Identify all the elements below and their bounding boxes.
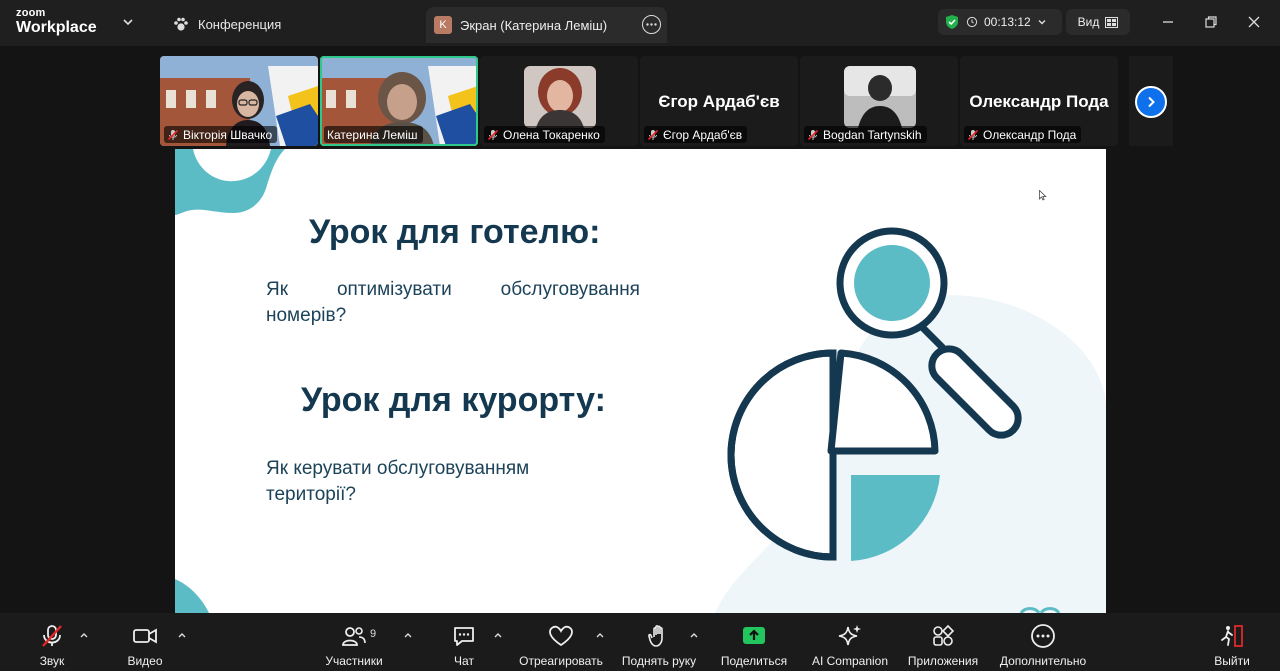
participant-name-label: Олександр Пода [964, 126, 1082, 143]
mic-muted-icon [647, 129, 659, 140]
tab-label: Экран (Катерина Леміш) [460, 17, 608, 33]
chevron-down-icon [1038, 20, 1046, 25]
mic-muted-icon [967, 129, 979, 140]
slide-heading-resort: Урок для курорту: [301, 381, 606, 419]
participant-tile[interactable]: Єгор Ардаб'єв Єгор Ардаб'єв [640, 56, 798, 146]
mic-muted-icon [167, 129, 179, 140]
mic-muted-icon [487, 129, 499, 140]
chat-button[interactable]: Чат [450, 613, 478, 671]
video-camera-icon [133, 628, 157, 644]
participant-tile[interactable]: Олександр Пода Олександр Пода [960, 56, 1118, 146]
chevron-up-icon[interactable] [594, 629, 606, 641]
participants-count: 9 [370, 628, 377, 640]
participants-strip: Вікторія Швачко Катерина Леміш Олена Ток… [0, 46, 1280, 149]
participant-name-label: Вікторія Швачко [164, 126, 278, 143]
share-screen-icon [743, 627, 765, 644]
participant-display-name: Олександр Пода [969, 92, 1109, 111]
participant-tile[interactable]: Олена Токаренко [480, 56, 638, 146]
slide-paragraph-resort: Як керувати обслуговуванням території? [266, 458, 530, 505]
participant-tile[interactable]: Bogdan Tartynskih [800, 56, 958, 146]
participant-name-label: Bogdan Tartynskih [804, 126, 927, 143]
grid-view-icon [1105, 16, 1119, 28]
zoom-meeting-window: zoom Workplace Конференция K Экран (Кате… [0, 0, 1280, 671]
more-button[interactable]: Дополнительно [996, 613, 1090, 671]
participant-display-name: Єгор Ардаб'єв [658, 92, 780, 111]
raise-hand-button[interactable]: Поднять руку [618, 613, 700, 671]
chevron-up-icon[interactable] [688, 629, 700, 641]
audio-button[interactable]: Звук [32, 613, 72, 671]
minimize-icon[interactable] [1158, 12, 1178, 32]
ai-companion-button[interactable]: AI Companion [808, 613, 892, 671]
chevron-up-icon[interactable] [176, 629, 188, 641]
title-bar: zoom Workplace Конференция K Экран (Кате… [0, 0, 1280, 46]
meeting-label: Конференция [198, 16, 282, 32]
participant-tile-active-speaker[interactable]: Катерина Леміш [320, 56, 478, 146]
participants-button[interactable]: Участники [322, 613, 386, 671]
more-options-icon [1031, 624, 1055, 648]
chevron-up-icon[interactable] [402, 629, 414, 641]
restore-icon[interactable] [1201, 12, 1221, 32]
meeting-toolbar: Звук Видео Участники 9 Чат Отреагировать… [0, 613, 1280, 671]
participant-name-label: Єгор Ардаб'єв [644, 126, 748, 143]
tab-screen-share[interactable]: K Экран (Катерина Леміш) [426, 7, 667, 43]
clock-icon [966, 16, 978, 28]
chevron-right-icon [1135, 86, 1167, 118]
next-participants-button[interactable] [1129, 56, 1173, 146]
mic-muted-icon [42, 625, 62, 647]
slide-paragraph-hotel: Як оптимізувати обслуговування номерів? [266, 279, 640, 326]
close-icon[interactable] [1244, 12, 1264, 32]
chevron-down-icon[interactable] [120, 14, 136, 30]
presenter-avatar: K [434, 16, 452, 34]
people-icon [342, 627, 366, 646]
share-screen-button[interactable]: Поделиться [718, 613, 790, 671]
apps-icon [933, 624, 955, 646]
leave-button[interactable]: Выйти [1212, 613, 1252, 671]
chevron-up-icon[interactable] [78, 629, 90, 641]
mouse-cursor-icon [1039, 190, 1047, 201]
mic-muted-icon [807, 129, 819, 140]
leave-door-icon [1221, 625, 1243, 647]
chat-bubble-icon [454, 627, 474, 646]
view-button[interactable]: Вид [1066, 9, 1130, 35]
slide-heading-hotel: Урок для готелю: [309, 213, 601, 251]
apps-button[interactable]: Приложения [904, 613, 982, 671]
participant-tile[interactable]: Вікторія Швачко [160, 56, 318, 146]
react-button[interactable]: Отреагировать [516, 613, 606, 671]
video-button[interactable]: Видео [124, 613, 166, 671]
zoom-logo[interactable]: zoom Workplace [16, 8, 97, 36]
heart-icon [549, 625, 573, 647]
participant-name-label: Катерина Леміш [324, 126, 423, 143]
meeting-info-button[interactable]: Конференция [172, 12, 281, 36]
participant-name-label: Олена Токаренко [484, 126, 605, 143]
hand-icon [648, 625, 663, 647]
chevron-up-icon[interactable] [492, 629, 504, 641]
shield-check-icon [946, 15, 958, 29]
timer-value: 00:13:12 [984, 15, 1031, 29]
more-options-icon[interactable] [642, 15, 661, 34]
paw-icon [174, 17, 188, 31]
sparkle-icon [838, 625, 861, 646]
view-label: Вид [1077, 15, 1100, 29]
shared-screen-slide: Урок для готелю: Як оптимізувати обслуго… [175, 149, 1106, 613]
meeting-timer[interactable]: 00:13:12 [938, 9, 1062, 35]
